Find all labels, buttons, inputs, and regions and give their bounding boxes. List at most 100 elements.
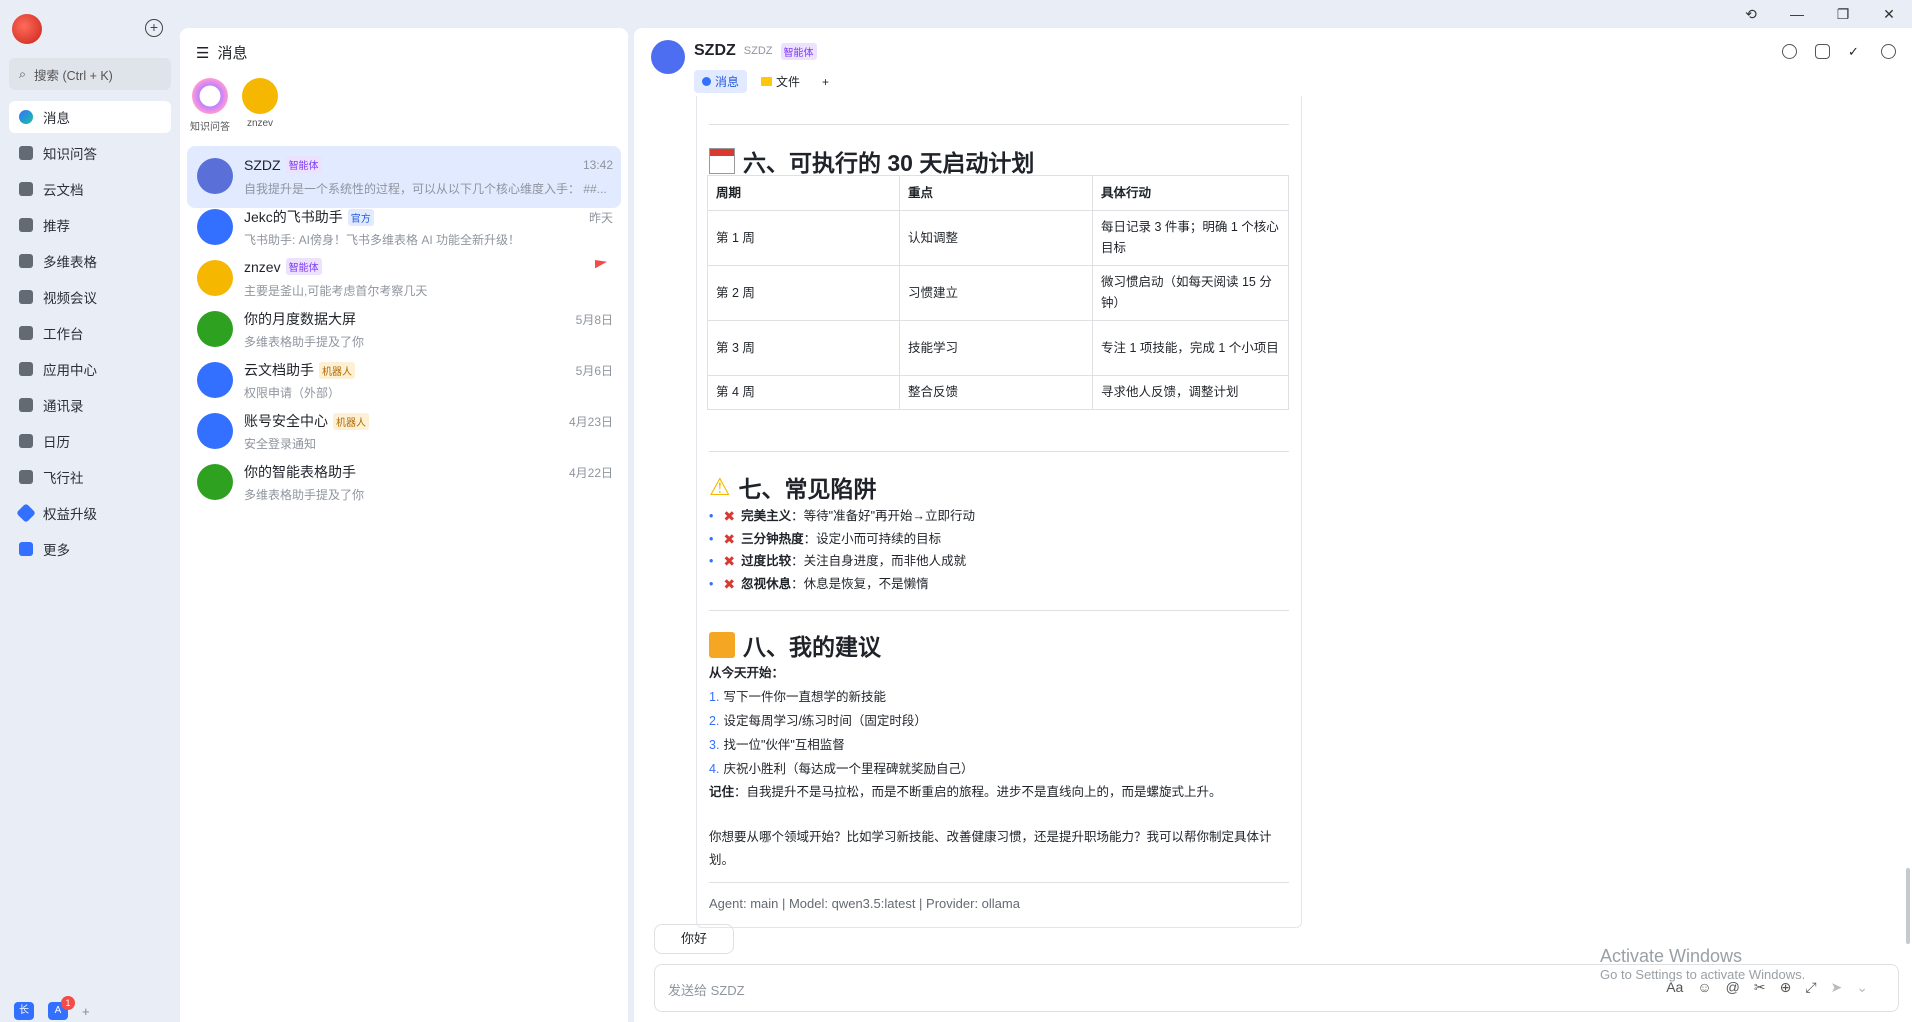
pinned-knowledge-qa[interactable]: 知识问答 bbox=[188, 78, 232, 133]
table-row: 第 1 周认知调整 每日记录 3 件事；明确 1 个核心目标 bbox=[707, 210, 1289, 266]
search-input[interactable]: ⌕ 搜索 (Ctrl + K) bbox=[9, 58, 171, 90]
nav-item-docs[interactable]: 云文档 bbox=[9, 173, 171, 205]
collapse-icon[interactable]: ☰ bbox=[196, 44, 209, 62]
video-icon bbox=[19, 290, 33, 304]
pinned-row: 知识问答 znzev bbox=[188, 78, 282, 133]
advice-steps: 1. 写下一件你一直想学的新技能 2. 设定每周学习/练习时间（固定时段） 3. 找一… bbox=[709, 685, 1289, 781]
nav-item-contacts[interactable]: 通讯录 bbox=[9, 389, 171, 421]
nav-item-recommend[interactable]: 推荐 bbox=[9, 209, 171, 241]
table-cell: 专注 1 项技能，完成 1 个小项目 bbox=[1092, 320, 1289, 376]
workspace-icon[interactable]: 长 bbox=[14, 1002, 34, 1020]
chat-avatar[interactable] bbox=[651, 40, 685, 74]
create-plus-icon[interactable]: + bbox=[145, 19, 163, 37]
chat-time: 5月6日 bbox=[575, 364, 613, 378]
history-icon[interactable]: ⟲ bbox=[1742, 6, 1760, 23]
account-icon[interactable]: A1 bbox=[48, 996, 75, 1020]
nav-item-base[interactable]: 多维表格 bbox=[9, 245, 171, 277]
nav-item-workplace[interactable]: 工作台 bbox=[9, 317, 171, 349]
chat-time: 4月23日 bbox=[568, 415, 613, 429]
tab-messages[interactable]: 消息 bbox=[694, 70, 748, 93]
table-cell: 整合反馈 bbox=[899, 375, 1093, 410]
add-member-icon[interactable] bbox=[1815, 44, 1830, 59]
chat-name-row: SZDZ 智能体 bbox=[244, 156, 322, 173]
remember-line: 记住：自我提升不是马拉松，而是不断重启的旅程。进步不是直线向上的，而是螺旋式上升… bbox=[709, 781, 1289, 804]
table-cell: 认知调整 bbox=[899, 210, 1093, 266]
znzev-avatar bbox=[242, 78, 278, 114]
pitfall-text: ：设定小而可持续的目标 bbox=[803, 531, 942, 546]
pitfall-name: 三分钟热度 bbox=[741, 531, 804, 546]
pin-label: 知识问答 bbox=[190, 122, 230, 133]
chat-preview: 自我提升是一个系统性的过程，可以从以下几个核心维度入手： ##... bbox=[244, 182, 607, 196]
flag-icon[interactable] bbox=[595, 260, 607, 269]
close-icon[interactable]: ✕ bbox=[1880, 6, 1898, 23]
table-header: 具体行动 bbox=[1092, 175, 1289, 211]
chat-time: 13:42 bbox=[582, 158, 613, 172]
section7-heading: ⚠ 七、常见陷阱 bbox=[709, 470, 877, 504]
chat-name: Jekc的飞书助手 bbox=[244, 209, 343, 225]
step-number: 2. bbox=[709, 714, 720, 728]
pinned-znzev[interactable]: znzev bbox=[238, 78, 282, 133]
gift-emoji-icon bbox=[709, 632, 735, 658]
chat-avatar bbox=[197, 158, 233, 194]
restore-icon[interactable]: ❐ bbox=[1834, 6, 1852, 23]
table-cell: 第 2 周 bbox=[707, 265, 900, 321]
user-avatar[interactable] bbox=[12, 14, 42, 44]
chat-name-row: znzev 智能体 bbox=[244, 258, 322, 275]
nav-item-upgrade[interactable]: 权益升级 bbox=[9, 497, 171, 529]
table-row: 第 3 周技能学习 专注 1 项技能，完成 1 个小项目 bbox=[707, 320, 1289, 376]
chat-avatar bbox=[197, 209, 233, 245]
add-account-icon[interactable]: + bbox=[82, 1004, 90, 1019]
add-tab-button[interactable]: + bbox=[814, 72, 837, 92]
warning-emoji-icon: ⚠ bbox=[709, 473, 731, 501]
chat-list-item[interactable]: 你的智能表格助手 多维表格助手提及了你 4月22日 bbox=[187, 452, 621, 514]
minimize-icon[interactable]: — bbox=[1788, 6, 1806, 22]
settings-icon[interactable] bbox=[1881, 44, 1896, 59]
pitfall-name: 完美主义 bbox=[741, 509, 792, 523]
my-message-bubble[interactable]: 你好 bbox=[654, 924, 734, 954]
list-item: 1. 写下一件你一直想学的新技能 bbox=[709, 685, 1289, 709]
nav-item-club[interactable]: 飞行社 bbox=[9, 461, 171, 493]
chat-title: SZDZ bbox=[694, 42, 736, 59]
table-cell: 习惯建立 bbox=[899, 265, 1093, 321]
chat-avatar bbox=[197, 311, 233, 347]
nav-item-calendar[interactable]: 日历 bbox=[9, 425, 171, 457]
contacts-icon bbox=[19, 398, 33, 412]
nav-label: 云文档 bbox=[43, 183, 84, 198]
more-icon bbox=[19, 542, 33, 556]
conversation-header: SZDZ SZDZ 智能体 消息 文件 + ✓ bbox=[634, 28, 1912, 96]
send-options-icon[interactable]: ⌄ bbox=[1856, 979, 1868, 996]
task-check-icon[interactable]: ✓ bbox=[1848, 44, 1863, 59]
table-cell: 寻求他人反馈，调整计划 bbox=[1092, 375, 1289, 410]
table-header: 重点 bbox=[899, 175, 1093, 211]
chat-tabs: 消息 文件 + bbox=[694, 70, 837, 93]
chat-time: 昨天 bbox=[588, 211, 613, 225]
table-cell: 技能学习 bbox=[899, 320, 1093, 376]
chat-time: 4月22日 bbox=[568, 466, 613, 480]
chat-avatar bbox=[197, 464, 233, 500]
chat-name-row: 你的月度数据大屏 bbox=[244, 309, 356, 329]
pitfall-name: 忽视休息 bbox=[741, 576, 792, 591]
chat-name-row: 账号安全中心 机器人 bbox=[244, 411, 369, 431]
scrollbar[interactable] bbox=[1906, 868, 1910, 944]
nav-item-more[interactable]: 更多 bbox=[9, 533, 171, 565]
step-number: 1. bbox=[709, 690, 720, 704]
nav-label: 更多 bbox=[43, 543, 70, 558]
chat-subtitle: SZDZ bbox=[743, 45, 773, 57]
tab-files[interactable]: 文件 bbox=[753, 70, 808, 93]
pitfall-name: 过度比较 bbox=[741, 554, 792, 568]
nav-item-video[interactable]: 视频会议 bbox=[9, 281, 171, 313]
search-chat-icon[interactable] bbox=[1782, 44, 1797, 59]
send-icon[interactable]: ➤ bbox=[1831, 979, 1843, 996]
nav-label: 知识问答 bbox=[43, 147, 97, 162]
chat-name: znzev bbox=[244, 258, 281, 275]
divider bbox=[709, 124, 1289, 125]
tab-label: 消息 bbox=[715, 75, 740, 89]
expand-icon[interactable]: ⤢ bbox=[1805, 979, 1816, 996]
window-controls: ⟲ — ❐ ✕ bbox=[1742, 0, 1912, 28]
nav-item-app-center[interactable]: 应用中心 bbox=[9, 353, 171, 385]
nav-label: 权益升级 bbox=[43, 507, 97, 522]
step-text: 找一位"伙伴"互相监督 bbox=[723, 738, 845, 752]
nav-item-qa[interactable]: 知识问答 bbox=[9, 137, 171, 169]
section8-heading: 八、我的建议 bbox=[709, 628, 881, 662]
nav-item-messages[interactable]: 消息 bbox=[9, 101, 171, 133]
